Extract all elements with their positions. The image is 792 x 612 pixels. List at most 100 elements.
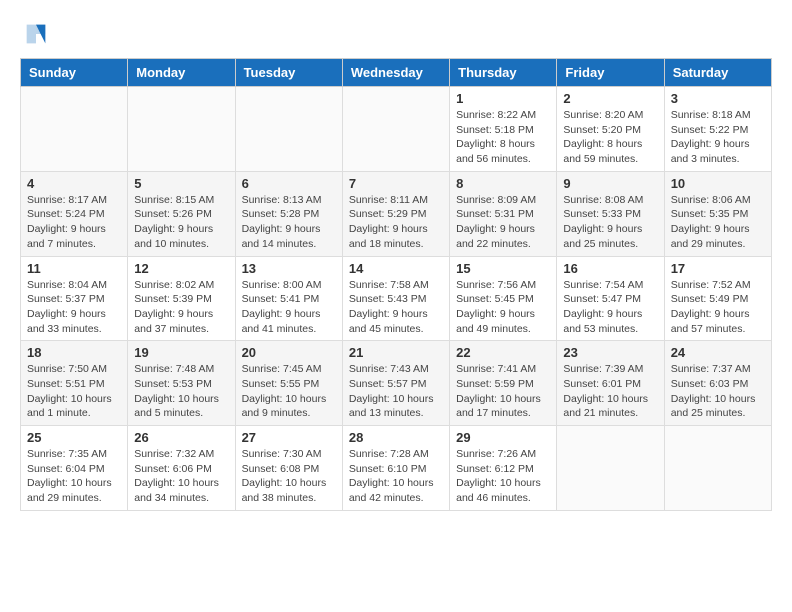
day-info: Sunrise: 8:18 AM Sunset: 5:22 PM Dayligh…: [671, 108, 765, 167]
day-number: 28: [349, 430, 443, 445]
day-number: 21: [349, 345, 443, 360]
calendar-cell: 18 Sunrise: 7:50 AM Sunset: 5:51 PM Dayli…: [21, 341, 128, 426]
logo: [20, 20, 50, 48]
weekday-sunday: Sunday: [21, 59, 128, 87]
day-info: Sunrise: 8:22 AM Sunset: 5:18 PM Dayligh…: [456, 108, 550, 167]
weekday-wednesday: Wednesday: [342, 59, 449, 87]
calendar-cell: 23 Sunrise: 7:39 AM Sunset: 6:01 PM Dayli…: [557, 341, 664, 426]
page: SundayMondayTuesdayWednesdayThursdayFrid…: [0, 0, 792, 531]
calendar-cell: 14 Sunrise: 7:58 AM Sunset: 5:43 PM Dayli…: [342, 256, 449, 341]
day-number: 3: [671, 91, 765, 106]
calendar-cell: 8 Sunrise: 8:09 AM Sunset: 5:31 PM Daylig…: [450, 171, 557, 256]
calendar-cell: 12 Sunrise: 8:02 AM Sunset: 5:39 PM Dayli…: [128, 256, 235, 341]
calendar-table: SundayMondayTuesdayWednesdayThursdayFrid…: [20, 58, 772, 511]
day-info: Sunrise: 7:35 AM Sunset: 6:04 PM Dayligh…: [27, 447, 121, 506]
calendar-cell: [557, 426, 664, 511]
day-number: 4: [27, 176, 121, 191]
calendar-cell: 10 Sunrise: 8:06 AM Sunset: 5:35 PM Dayli…: [664, 171, 771, 256]
day-info: Sunrise: 7:48 AM Sunset: 5:53 PM Dayligh…: [134, 362, 228, 421]
day-number: 11: [27, 261, 121, 276]
calendar-cell: 11Sunrise: 8:04 AM Sunset: 5:37 PM Dayli…: [21, 256, 128, 341]
calendar-cell: 29 Sunrise: 7:26 AM Sunset: 6:12 PM Dayli…: [450, 426, 557, 511]
day-info: Sunrise: 7:39 AM Sunset: 6:01 PM Dayligh…: [563, 362, 657, 421]
day-number: 18: [27, 345, 121, 360]
weekday-monday: Monday: [128, 59, 235, 87]
calendar-cell: 20 Sunrise: 7:45 AM Sunset: 5:55 PM Dayli…: [235, 341, 342, 426]
calendar-cell: 27 Sunrise: 7:30 AM Sunset: 6:08 PM Dayli…: [235, 426, 342, 511]
day-number: 7: [349, 176, 443, 191]
calendar-cell: 2Sunrise: 8:20 AM Sunset: 5:20 PM Daylig…: [557, 87, 664, 172]
day-info: Sunrise: 8:08 AM Sunset: 5:33 PM Dayligh…: [563, 193, 657, 252]
calendar-cell: 15 Sunrise: 7:56 AM Sunset: 5:45 PM Dayli…: [450, 256, 557, 341]
weekday-header-row: SundayMondayTuesdayWednesdayThursdayFrid…: [21, 59, 772, 87]
day-info: Sunrise: 8:06 AM Sunset: 5:35 PM Dayligh…: [671, 193, 765, 252]
weekday-friday: Friday: [557, 59, 664, 87]
calendar-cell: 19 Sunrise: 7:48 AM Sunset: 5:53 PM Dayli…: [128, 341, 235, 426]
day-info: Sunrise: 7:54 AM Sunset: 5:47 PM Dayligh…: [563, 278, 657, 337]
day-info: Sunrise: 7:26 AM Sunset: 6:12 PM Dayligh…: [456, 447, 550, 506]
day-number: 24: [671, 345, 765, 360]
calendar-cell: 5Sunrise: 8:15 AM Sunset: 5:26 PM Daylig…: [128, 171, 235, 256]
calendar-cell: 4Sunrise: 8:17 AM Sunset: 5:24 PM Daylig…: [21, 171, 128, 256]
day-info: Sunrise: 7:50 AM Sunset: 5:51 PM Dayligh…: [27, 362, 121, 421]
calendar-cell: 21 Sunrise: 7:43 AM Sunset: 5:57 PM Dayli…: [342, 341, 449, 426]
calendar-cell: 16Sunrise: 7:54 AM Sunset: 5:47 PM Dayli…: [557, 256, 664, 341]
calendar-cell: 1Sunrise: 8:22 AM Sunset: 5:18 PM Daylig…: [450, 87, 557, 172]
calendar-cell: [21, 87, 128, 172]
day-number: 20: [242, 345, 336, 360]
logo-icon: [22, 20, 50, 48]
day-info: Sunrise: 8:11 AM Sunset: 5:29 PM Dayligh…: [349, 193, 443, 252]
day-number: 2: [563, 91, 657, 106]
day-number: 23: [563, 345, 657, 360]
day-number: 14: [349, 261, 443, 276]
header: [20, 20, 772, 48]
day-number: 15: [456, 261, 550, 276]
calendar-cell: [235, 87, 342, 172]
day-number: 22: [456, 345, 550, 360]
day-number: 13: [242, 261, 336, 276]
day-info: Sunrise: 7:30 AM Sunset: 6:08 PM Dayligh…: [242, 447, 336, 506]
week-row-3: 11Sunrise: 8:04 AM Sunset: 5:37 PM Dayli…: [21, 256, 772, 341]
day-info: Sunrise: 8:00 AM Sunset: 5:41 PM Dayligh…: [242, 278, 336, 337]
weekday-tuesday: Tuesday: [235, 59, 342, 87]
day-number: 27: [242, 430, 336, 445]
weekday-thursday: Thursday: [450, 59, 557, 87]
calendar-cell: 24 Sunrise: 7:37 AM Sunset: 6:03 PM Dayli…: [664, 341, 771, 426]
day-info: Sunrise: 8:02 AM Sunset: 5:39 PM Dayligh…: [134, 278, 228, 337]
day-info: Sunrise: 8:13 AM Sunset: 5:28 PM Dayligh…: [242, 193, 336, 252]
day-info: Sunrise: 8:09 AM Sunset: 5:31 PM Dayligh…: [456, 193, 550, 252]
day-number: 26: [134, 430, 228, 445]
calendar-cell: 3 Sunrise: 8:18 AM Sunset: 5:22 PM Daylig…: [664, 87, 771, 172]
day-number: 17: [671, 261, 765, 276]
day-info: Sunrise: 7:56 AM Sunset: 5:45 PM Dayligh…: [456, 278, 550, 337]
day-info: Sunrise: 7:37 AM Sunset: 6:03 PM Dayligh…: [671, 362, 765, 421]
day-info: Sunrise: 7:45 AM Sunset: 5:55 PM Dayligh…: [242, 362, 336, 421]
calendar-cell: 13 Sunrise: 8:00 AM Sunset: 5:41 PM Dayli…: [235, 256, 342, 341]
calendar-cell: [342, 87, 449, 172]
day-number: 25: [27, 430, 121, 445]
week-row-5: 25 Sunrise: 7:35 AM Sunset: 6:04 PM Dayli…: [21, 426, 772, 511]
calendar-cell: 17 Sunrise: 7:52 AM Sunset: 5:49 PM Dayli…: [664, 256, 771, 341]
calendar-cell: 28Sunrise: 7:28 AM Sunset: 6:10 PM Dayli…: [342, 426, 449, 511]
calendar-cell: 26 Sunrise: 7:32 AM Sunset: 6:06 PM Dayli…: [128, 426, 235, 511]
day-number: 19: [134, 345, 228, 360]
day-info: Sunrise: 7:43 AM Sunset: 5:57 PM Dayligh…: [349, 362, 443, 421]
day-info: Sunrise: 7:58 AM Sunset: 5:43 PM Dayligh…: [349, 278, 443, 337]
day-info: Sunrise: 7:52 AM Sunset: 5:49 PM Dayligh…: [671, 278, 765, 337]
day-number: 8: [456, 176, 550, 191]
calendar-cell: 9 Sunrise: 8:08 AM Sunset: 5:33 PM Daylig…: [557, 171, 664, 256]
day-info: Sunrise: 7:32 AM Sunset: 6:06 PM Dayligh…: [134, 447, 228, 506]
day-number: 29: [456, 430, 550, 445]
day-number: 9: [563, 176, 657, 191]
day-number: 10: [671, 176, 765, 191]
week-row-1: 1Sunrise: 8:22 AM Sunset: 5:18 PM Daylig…: [21, 87, 772, 172]
weekday-saturday: Saturday: [664, 59, 771, 87]
calendar-cell: [664, 426, 771, 511]
day-number: 5: [134, 176, 228, 191]
day-info: Sunrise: 7:41 AM Sunset: 5:59 PM Dayligh…: [456, 362, 550, 421]
calendar-cell: 7 Sunrise: 8:11 AM Sunset: 5:29 PM Daylig…: [342, 171, 449, 256]
week-row-4: 18 Sunrise: 7:50 AM Sunset: 5:51 PM Dayli…: [21, 341, 772, 426]
day-number: 12: [134, 261, 228, 276]
calendar-cell: 22 Sunrise: 7:41 AM Sunset: 5:59 PM Dayli…: [450, 341, 557, 426]
calendar-cell: 6Sunrise: 8:13 AM Sunset: 5:28 PM Daylig…: [235, 171, 342, 256]
